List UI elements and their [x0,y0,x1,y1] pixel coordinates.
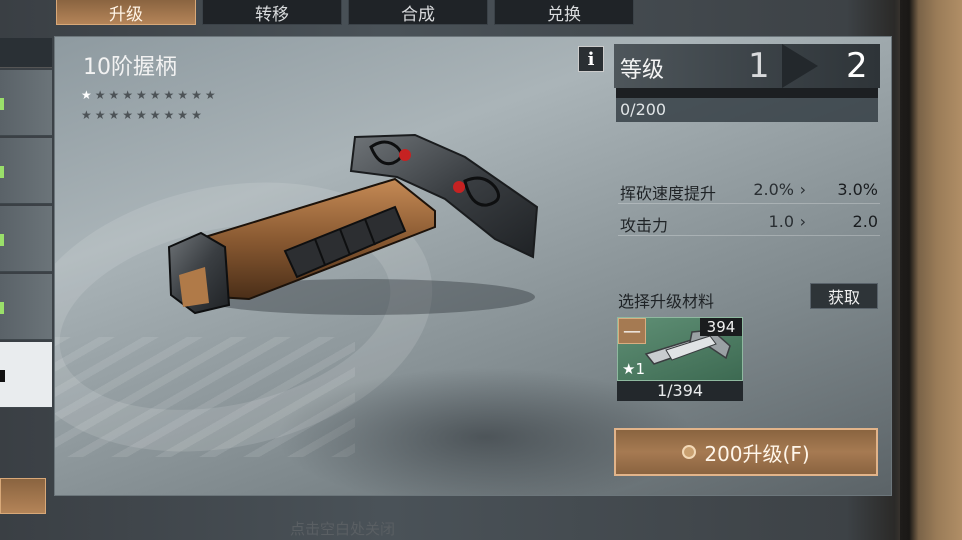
side-action-button[interactable] [0,478,46,514]
grip-weapon-image [167,133,539,315]
material-label: 选择升级材料 [618,292,715,311]
status-mark [0,166,4,178]
part-list-item[interactable] [0,274,52,340]
level-current: 1 [748,46,770,86]
xp-text: 0/200 [616,98,878,122]
stat-name: 挥砍速度提升 [620,184,717,203]
info-button[interactable]: i [578,46,604,72]
star-row-2: ★★★★★★★★★ [81,108,205,122]
level-arrow-icon [782,44,818,88]
material-selected-count: 1/394 [617,381,743,401]
part-list-item[interactable] [0,138,52,204]
coin-g-icon [682,445,697,459]
stat-row-attack: 攻击力 1.0 › 2.0 [618,208,880,236]
part-list-header [0,38,52,68]
level-next: 2 [846,46,868,86]
status-mark [0,234,4,246]
game-screen: 升级 转移 合成 兑换 10阶握柄 ★★★★★★★★★★ ★★★★★★★★★ i… [0,0,962,540]
star-rating: ★★★★★★★★★★ ★★★★★★★★★ [81,85,261,125]
stat-current: 2.0% [753,180,794,199]
tab-synthesize[interactable]: 合成 [348,0,488,25]
tab-bar: 升级 转移 合成 兑换 [56,0,634,25]
part-list-item-selected[interactable] [0,342,52,408]
tab-upgrade[interactable]: 升级 [56,0,196,25]
part-list-item[interactable] [0,70,52,136]
item-name: 10阶握柄 [83,55,177,80]
material-count: 394 [700,318,742,336]
upgrade-button-label: 200升级(F) [704,441,810,466]
remove-material-button[interactable]: — [618,318,646,344]
star-filled-icon: ★ [81,88,95,102]
status-mark [0,98,4,110]
material-slot[interactable]: — 394 ★1 [617,317,743,381]
tab-exchange[interactable]: 兑换 [494,0,634,25]
chevron-right-icon: › [799,180,806,199]
upgrade-button[interactable]: 200升级(F) [614,428,878,476]
wood-edge [900,0,962,540]
stat-row-swing-speed: 挥砍速度提升 2.0% › 3.0% [618,176,880,204]
close-hint[interactable]: 点击空白处关闭 [290,518,395,539]
stat-name: 攻击力 [620,216,669,235]
stat-next: 3.0% [837,180,878,199]
xp-progress-bar [616,88,878,98]
stat-current: 1.0 [768,212,794,231]
level-label: 等级 [620,58,665,83]
part-list-item[interactable] [0,206,52,272]
status-mark [0,370,5,382]
get-material-button[interactable]: 获取 [810,283,878,309]
level-header: 等级 1 2 [614,44,880,88]
star-empty-row: ★★★★★★★★★ [94,88,219,102]
star-row-1: ★★★★★★★★★★ [81,85,261,105]
chevron-right-icon: › [799,212,806,231]
material-star-level: ★1 [622,360,645,378]
tab-transfer[interactable]: 转移 [202,0,342,25]
part-list [0,38,52,514]
stat-next: 2.0 [852,212,878,231]
status-mark [0,302,4,314]
